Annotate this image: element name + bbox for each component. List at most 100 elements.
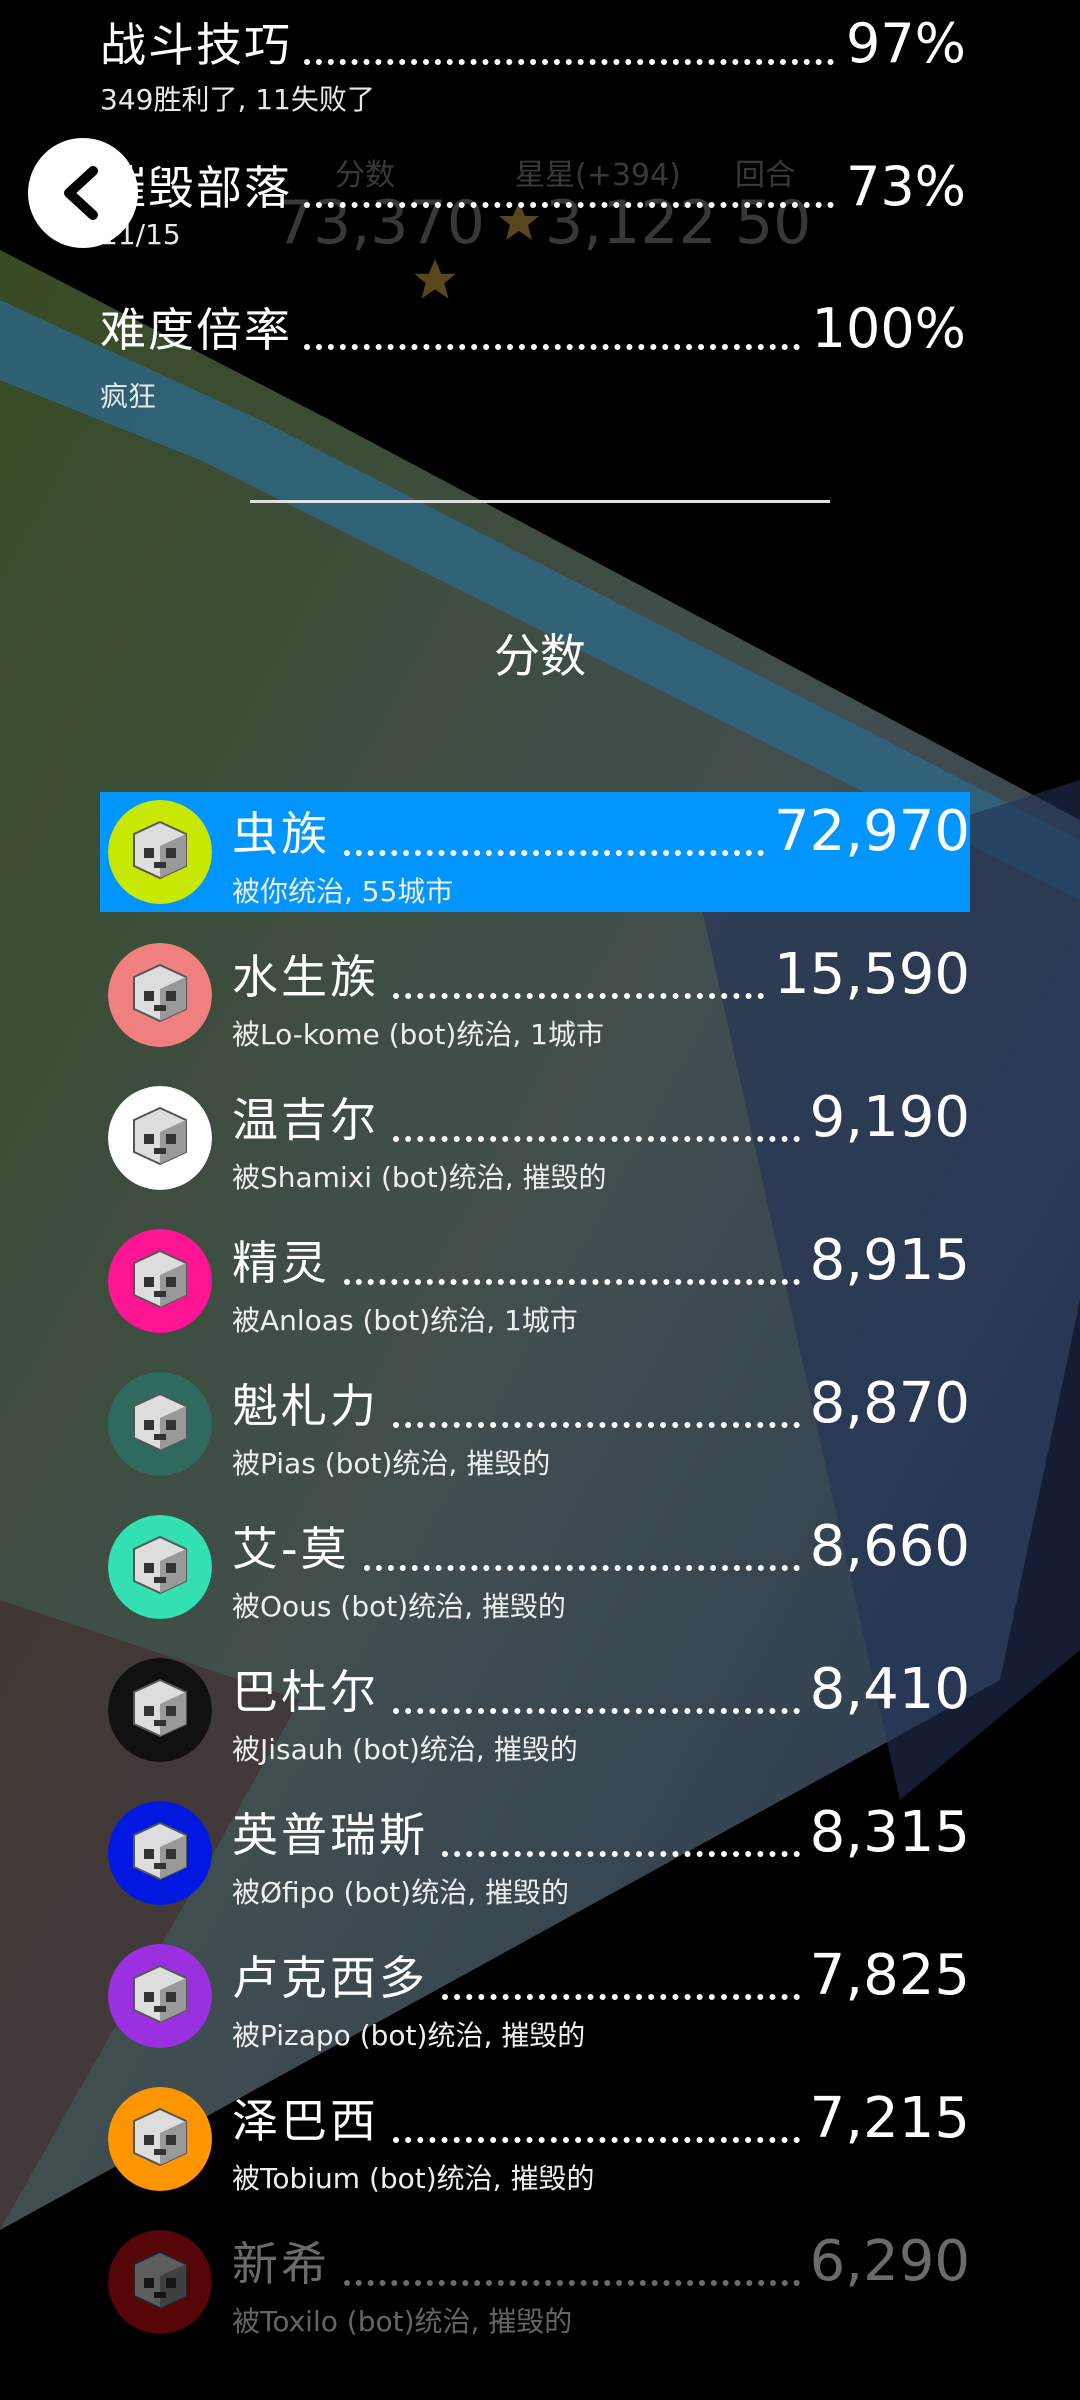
tribe-name: 艾-莫 [232,1522,350,1576]
tribe-skull-icon [108,2230,212,2334]
stat-difficulty: 难度倍率 100% [100,290,966,360]
tribe-avatar [108,943,212,1047]
tribe-skull-icon [108,1801,212,1905]
tribe-line: 魁札力 8,870 [232,1370,970,1436]
tribe-line: 英普瑞斯 8,315 [232,1799,970,1865]
stat-subtext: 疯狂 [100,380,157,413]
tribe-ruler: 被Pias (bot)统治, 摧毁的 [232,1447,551,1480]
dot-leader [304,59,834,65]
tribe-line: 艾-莫 8,660 [232,1513,970,1579]
tribe-name: 水生族 [232,950,379,1004]
dot-leader [393,1422,800,1428]
tribe-name: 卢克西多 [232,1951,428,2005]
tribe-skull-icon [108,1944,212,2048]
tribe-score: 7,215 [809,2086,970,2151]
tribe-score: 72,970 [774,799,970,864]
dot-leader [393,1708,800,1714]
tribe-skull-icon [108,2087,212,2191]
back-button[interactable] [28,138,138,248]
leaderboard-row[interactable]: 卢克西多 7,825 被Pizapo (bot)统治, 摧毁的 [100,1936,970,2056]
tribe-score: 6,290 [809,2229,970,2294]
tribe-avatar [108,1086,212,1190]
tribe-ruler: 被Shamixi (bot)统治, 摧毁的 [232,1161,607,1194]
leaderboard-row[interactable]: 虫族 72,970 被你统治, 55城市 [100,792,970,912]
stat-combat-skill: 战斗技巧 97% [100,5,966,75]
leaderboard-row[interactable]: 温吉尔 9,190 被Shamixi (bot)统治, 摧毁的 [100,1078,970,1198]
tribe-ruler: 被你统治, 55城市 [232,875,454,908]
leaderboard-row[interactable]: 精灵 8,915 被Anloas (bot)统治, 1城市 [100,1221,970,1341]
tribe-name: 新希 [232,2237,330,2291]
leaderboard-row[interactable]: 艾-莫 8,660 被Oous (bot)统治, 摧毁的 [100,1507,970,1627]
tribe-line: 精灵 8,915 [232,1227,970,1293]
tribe-avatar [108,1801,212,1905]
tribe-line: 卢克西多 7,825 [232,1942,970,2008]
tribe-ruler: 被Anloas (bot)统治, 1城市 [232,1304,578,1337]
tribe-ruler: 被Oous (bot)统治, 摧毁的 [232,1590,566,1623]
tribe-line: 巴杜尔 8,410 [232,1656,970,1722]
stat-value: 97% [845,12,966,75]
tribe-name: 英普瑞斯 [232,1808,428,1862]
dot-leader [442,1994,800,2000]
tribe-name: 虫族 [232,807,330,861]
tribe-skull-icon [108,1515,212,1619]
tribe-avatar [108,2087,212,2191]
tribe-avatar [108,800,212,904]
stat-subtext: 349胜利了, 11失败了 [100,83,375,116]
tribe-name: 泽巴西 [232,2094,379,2148]
tribe-skull-icon [108,1658,212,1762]
tribe-line: 水生族 15,590 [232,941,970,1007]
leaderboard-row[interactable]: 英普瑞斯 8,315 被Øfipo (bot)统治, 摧毁的 [100,1793,970,1913]
tribe-skull-icon [108,1229,212,1333]
divider [250,500,830,503]
tribe-name: 魁札力 [232,1379,379,1433]
tribe-score: 8,915 [809,1228,970,1293]
dot-leader [393,1136,800,1142]
tribe-score: 8,660 [809,1514,970,1579]
tribe-avatar [108,1944,212,2048]
dot-leader [344,850,765,856]
tribe-avatar [108,1372,212,1476]
leaderboard-row[interactable]: 巴杜尔 8,410 被Jisauh (bot)统治, 摧毁的 [100,1650,970,1770]
tribe-ruler: 被Lo-kome (bot)统治, 1城市 [232,1018,604,1051]
tribe-avatar [108,1658,212,1762]
tribe-score: 8,870 [809,1371,970,1436]
dot-leader [304,202,834,208]
tribe-name: 巴杜尔 [232,1665,379,1719]
tribe-line: 泽巴西 7,215 [232,2085,970,2151]
leaderboard-row[interactable]: 魁札力 8,870 被Pias (bot)统治, 摧毁的 [100,1364,970,1484]
tribe-ruler: 被Toxilo (bot)统治, 摧毁的 [232,2305,573,2338]
tribe-avatar [108,1515,212,1619]
tribe-ruler: 被Jisauh (bot)统治, 摧毁的 [232,1733,578,1766]
stat-destroyed-tribes: 摧毁部落 73% [100,148,966,218]
stat-name: 战斗技巧 [100,18,292,72]
section-title: 分数 [494,629,586,683]
dot-leader [344,1279,800,1285]
tribe-score: 9,190 [809,1085,970,1150]
tribe-ruler: 被Øfipo (bot)统治, 摧毁的 [232,1876,570,1909]
dot-leader [304,344,800,350]
tribe-score: 15,590 [774,942,970,1007]
tribe-ruler: 被Pizapo (bot)统治, 摧毁的 [232,2019,586,2052]
tribe-line: 温吉尔 9,190 [232,1084,970,1150]
tribe-ruler: 被Tobium (bot)统治, 摧毁的 [232,2162,595,2195]
leaderboard-row[interactable]: 水生族 15,590 被Lo-kome (bot)统治, 1城市 [100,935,970,1055]
dot-leader [393,2137,800,2143]
tribe-skull-icon [108,800,212,904]
chevron-left-icon [64,166,98,220]
tribe-line: 虫族 72,970 [232,798,970,864]
leaderboard-row[interactable]: 泽巴西 7,215 被Tobium (bot)统治, 摧毁的 [100,2079,970,2199]
stat-name: 难度倍率 [100,303,292,357]
tribe-name: 精灵 [232,1236,330,1290]
tribe-line: 新希 6,290 [232,2228,970,2294]
tribe-skull-icon [108,1372,212,1476]
dot-leader [442,1851,800,1857]
tribe-skull-icon [108,943,212,1047]
dot-leader [344,2280,800,2286]
tribe-skull-icon [108,1086,212,1190]
dot-leader [363,1565,800,1571]
leaderboard-row[interactable]: 新希 6,290 被Toxilo (bot)统治, 摧毁的 [100,2222,970,2342]
tribe-score: 8,315 [809,1800,970,1865]
stat-value: 100% [811,297,966,360]
tribe-avatar [108,2230,212,2334]
tribe-score: 8,410 [809,1657,970,1722]
